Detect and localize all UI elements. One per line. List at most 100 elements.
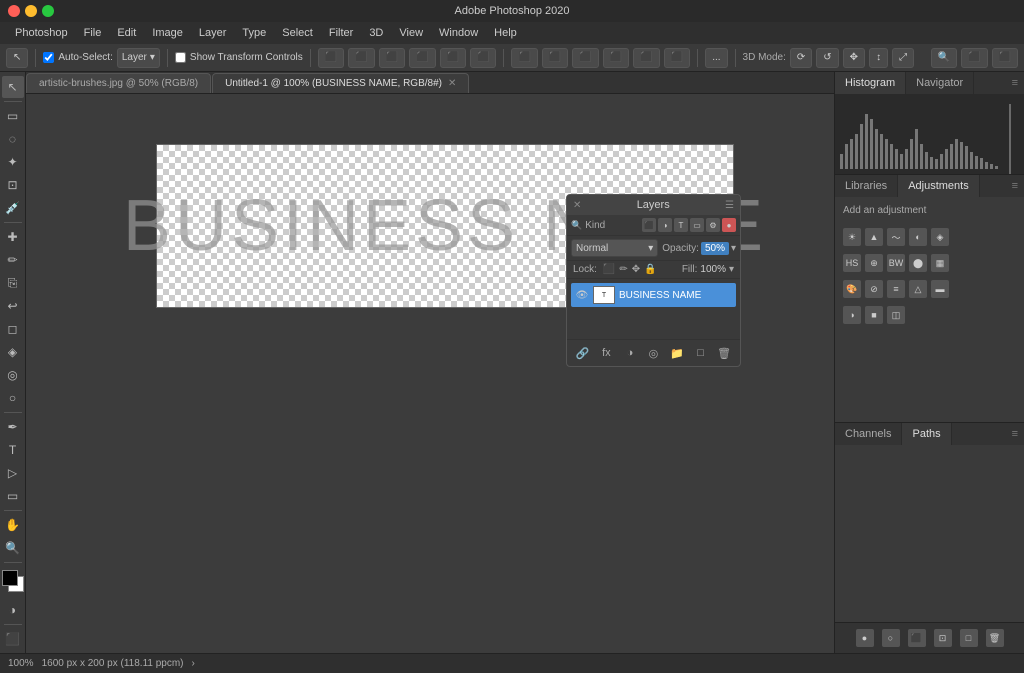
brightness-contrast-btn[interactable]: ☀ — [843, 228, 861, 246]
hsl-btn[interactable]: HS — [843, 254, 861, 272]
lock-all-icon[interactable]: 🔒 — [644, 264, 656, 275]
blend-mode-select[interactable]: Normal ▾ — [571, 239, 658, 257]
solidcolor-btn[interactable]: ■ — [865, 306, 883, 324]
channelmix-btn[interactable]: ▦ — [931, 254, 949, 272]
gradient-tool[interactable]: ◈ — [2, 341, 24, 363]
search-btn[interactable]: 🔍 — [931, 48, 957, 68]
history-brush[interactable]: ↩ — [2, 295, 24, 317]
workspace-btn[interactable]: ⬛ — [961, 48, 987, 68]
channels-panel-menu[interactable]: ≡ — [1006, 428, 1024, 440]
paths-fill-btn[interactable]: ● — [856, 629, 874, 647]
3d-scale-btn[interactable]: ⤢ — [892, 48, 914, 68]
new-path-btn[interactable]: □ — [960, 629, 978, 647]
align-bottom-btn[interactable]: ⬛ — [470, 48, 496, 68]
menu-3d[interactable]: 3D — [362, 25, 390, 41]
colorbalance-btn[interactable]: ⊕ — [865, 254, 883, 272]
lock-position-icon[interactable]: ✥ — [632, 264, 640, 275]
menu-help[interactable]: Help — [487, 25, 524, 41]
tab-histogram[interactable]: Histogram — [835, 72, 906, 94]
shape-tool[interactable]: ▭ — [2, 485, 24, 507]
layers-panel-close[interactable]: ✕ — [573, 200, 581, 211]
posterize-btn[interactable]: ≡ — [887, 280, 905, 298]
layer-select[interactable]: Layer ▾ — [117, 48, 160, 68]
add-adjustment-btn[interactable]: ◎ — [644, 344, 662, 362]
add-mask-btn[interactable]: ◑ — [621, 344, 639, 362]
gradient2-btn[interactable]: ◫ — [887, 306, 905, 324]
align-center-h-btn[interactable]: ⬛ — [348, 48, 374, 68]
layer-item[interactable]: 👁 T BUSINESS NAME — [571, 283, 736, 307]
zoom-tool[interactable]: 🔍 — [2, 537, 24, 559]
tab-navigator[interactable]: Navigator — [906, 72, 974, 94]
foreground-color-swatch[interactable] — [2, 570, 18, 586]
menu-window[interactable]: Window — [432, 25, 485, 41]
marquee-tool[interactable]: ▭ — [2, 105, 24, 127]
filter-shape-icon[interactable]: ▭ — [690, 218, 704, 232]
eyedropper-tool[interactable]: 💉 — [2, 197, 24, 219]
show-transform-checkbox[interactable]: Show Transform Controls — [175, 52, 303, 63]
3d-roll-btn[interactable]: ↺ — [816, 48, 838, 68]
tab-paths[interactable]: Paths — [902, 423, 951, 445]
layer-visibility-toggle[interactable]: 👁 — [575, 288, 589, 302]
dist-left-btn[interactable]: ⬛ — [511, 48, 537, 68]
photofilter-btn[interactable]: ⬤ — [909, 254, 927, 272]
align-top-btn[interactable]: ⬛ — [409, 48, 435, 68]
opacity-value[interactable]: 50% — [701, 242, 729, 255]
vibrance-btn[interactable]: ◈ — [931, 228, 949, 246]
menu-layer[interactable]: Layer — [192, 25, 234, 41]
filter-toggle[interactable]: ● — [722, 218, 736, 232]
crop-tool[interactable]: ⊡ — [2, 174, 24, 196]
move-tool-btn[interactable]: ↖ — [6, 48, 28, 68]
lasso-tool[interactable]: ◌ — [2, 128, 24, 150]
filter-pixel-icon[interactable]: ⬛ — [642, 218, 656, 232]
brush-tool[interactable]: ✏ — [2, 249, 24, 271]
threshold-btn[interactable]: △ — [909, 280, 927, 298]
dodge-tool[interactable]: ○ — [2, 387, 24, 409]
maximize-button[interactable] — [42, 5, 54, 17]
path-select-tool[interactable]: ▷ — [2, 462, 24, 484]
filter-adj-icon[interactable]: ◑ — [658, 218, 672, 232]
histogram-panel-menu[interactable]: ≡ — [1006, 77, 1024, 89]
curves-btn[interactable]: 〜 — [887, 228, 905, 246]
levels-btn[interactable]: ▲ — [865, 228, 883, 246]
menu-edit[interactable]: Edit — [110, 25, 143, 41]
color-swatches[interactable] — [2, 570, 24, 592]
3d-rotate-btn[interactable]: ⟳ — [790, 48, 812, 68]
menu-type[interactable]: Type — [235, 25, 273, 41]
text-tool[interactable]: T — [2, 439, 24, 461]
delete-layer-btn[interactable]: 🗑 — [715, 344, 733, 362]
blur-tool[interactable]: ◎ — [2, 364, 24, 386]
menu-view[interactable]: View — [392, 25, 430, 41]
new-layer-btn[interactable]: □ — [692, 344, 710, 362]
3d-slide-btn[interactable]: ↕ — [869, 48, 888, 68]
menu-image[interactable]: Image — [145, 25, 190, 41]
menu-file[interactable]: File — [77, 25, 109, 41]
exposure-btn[interactable]: ◐ — [909, 228, 927, 246]
dist-bottom-btn[interactable]: ⬛ — [664, 48, 690, 68]
close-button[interactable] — [8, 5, 20, 17]
wand-tool[interactable]: ✦ — [2, 151, 24, 173]
dist-right-btn[interactable]: ⬛ — [572, 48, 598, 68]
menu-select[interactable]: Select — [275, 25, 320, 41]
healing-tool[interactable]: ✚ — [2, 226, 24, 248]
screen-mode-btn[interactable]: ⬛ — [2, 628, 24, 650]
tab-channels[interactable]: Channels — [835, 423, 902, 445]
paths-stroke-btn[interactable]: ○ — [882, 629, 900, 647]
filter-type-icon[interactable]: T — [674, 218, 688, 232]
stamp-tool[interactable]: ⎘ — [2, 272, 24, 294]
gradient-map-btn[interactable]: ▬ — [931, 280, 949, 298]
tab-close-icon[interactable]: ✕ — [448, 78, 456, 89]
new-folder-btn[interactable]: 📁 — [668, 344, 686, 362]
paths-to-selection-btn[interactable]: ⬛ — [908, 629, 926, 647]
fill-value[interactable]: 100% — [700, 264, 726, 275]
3d-pan-btn[interactable]: ✥ — [843, 48, 865, 68]
lock-image-icon[interactable]: ✏ — [619, 264, 627, 275]
delete-path-btn[interactable]: 🗑 — [986, 629, 1004, 647]
fx-btn[interactable]: fx — [597, 344, 615, 362]
tab-adjustments[interactable]: Adjustments — [898, 175, 980, 197]
link-layers-btn[interactable]: 🔗 — [574, 344, 592, 362]
dist-center-h-btn[interactable]: ⬛ — [542, 48, 568, 68]
dist-top-btn[interactable]: ⬛ — [603, 48, 629, 68]
eraser-tool[interactable]: ◻ — [2, 318, 24, 340]
hand-tool[interactable]: ✋ — [2, 514, 24, 536]
selection-to-path-btn[interactable]: ⊡ — [934, 629, 952, 647]
